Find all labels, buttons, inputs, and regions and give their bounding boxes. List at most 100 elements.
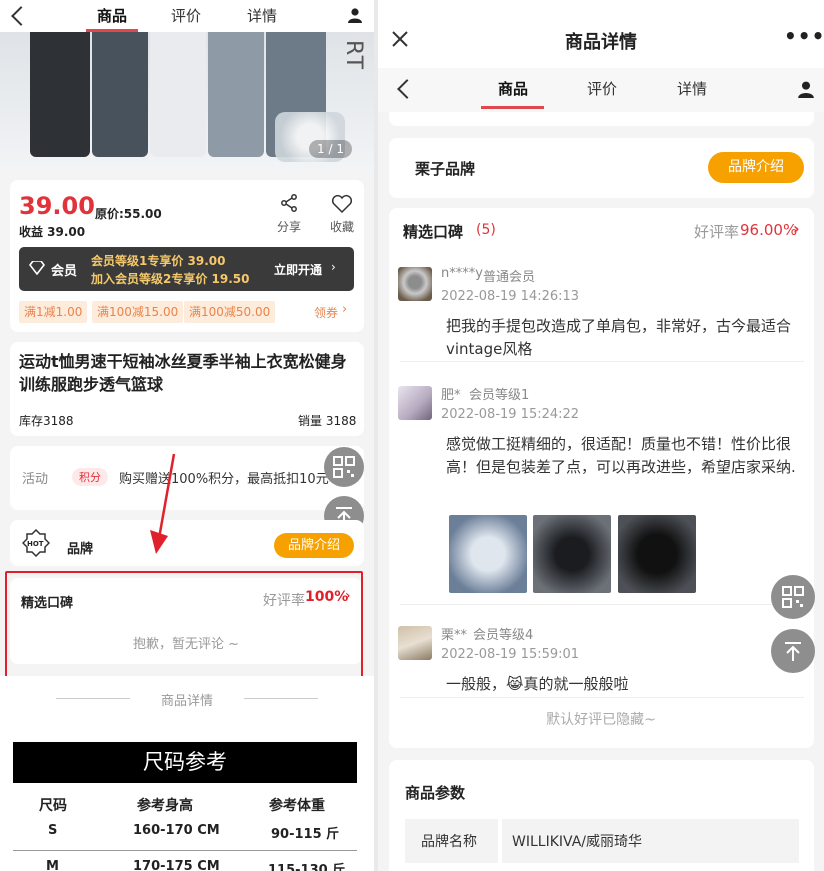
table-cell: 115-130 斤 [268,863,346,871]
tab-details[interactable]: 详情 [667,78,717,99]
review-text: 把我的手提包改造成了单肩包，非常好，古今最适合vintage风格 [446,317,792,358]
header-cell: 参考身高 [137,798,193,814]
qrcode-icon [333,456,355,478]
brand-intro-button[interactable]: 品牌介绍 [708,152,804,183]
header-cell: 尺码 [39,798,67,814]
header-cell: 参考体重 [269,798,325,814]
member-level: 会员等级4 [473,628,534,643]
table-row: M 170-175 CM 115-130 斤 [13,851,357,871]
tab-product[interactable]: 商品 [88,5,136,26]
activity-card[interactable]: 活动 积分 购买赠送100%积分，最高抵扣10元 [10,446,364,510]
params-card: 商品参数 品牌名称 WILLIKIVA/威丽琦华 [389,760,814,871]
coupon-tag[interactable]: 满100减15.00 [92,301,184,323]
table-row: S 160-170 CM 90-115 斤 [13,821,357,851]
review-photo[interactable] [618,515,696,593]
divider-line [400,604,804,605]
reviews-count: (5) [476,222,496,238]
page-title: 商品详情 [565,32,637,53]
active-tab-indicator [481,106,544,109]
vip-line1: 会员等级1专享价 39.00 [91,254,226,268]
earnings: 收益 39.00 [19,225,86,239]
points-tag: 积分 [72,468,108,486]
table-cell: 170-175 CM [133,859,220,871]
stock: 库存3188 [19,414,74,428]
brand-name: 栗子品牌 [415,160,476,178]
qrcode-icon [782,586,804,608]
banner-text: RT [341,40,366,72]
original-price: 原价:55.00 [95,207,162,221]
vip-line2: 加入会员等级2专享价 19.50 [91,272,250,286]
review-item: n****y 普通会员 2022-08-19 14:26:13 把我的手提包改造… [378,262,824,362]
avatar [398,626,432,660]
more-icon[interactable]: ••• [784,24,824,48]
right-screen: 商品详情 ••• 商品 评价 详情 栗子品牌 品牌介绍 精选口碑 (5) 好评率… [378,0,824,871]
review-item: 栗** 会员等级4 2022-08-19 15:59:01 一般般，😹真的就一般… [378,622,824,702]
reviews-title: 精选口碑 [403,223,464,241]
product-info-card: 运动t恤男速干短袖冰丝夏季半袖上衣宽松健身训练服跑步透气篮球 库存3188 销量… [10,342,364,436]
page-header: 商品详情 ••• [378,0,824,68]
price-value: 39.00 [19,192,95,220]
tab-product[interactable]: 商品 [488,78,538,99]
rating-value[interactable]: 96.00% [740,221,797,239]
params-title: 商品参数 [405,784,466,802]
review-date: 2022-08-19 15:24:22 [441,407,580,422]
hot-badge-text: HOT [27,540,44,548]
vip-join-button[interactable]: 立即开通 [274,261,322,278]
activity-label: 活动 [22,472,49,487]
favorite-label[interactable]: 收藏 [330,218,354,235]
product-image-banner[interactable]: RT 1 / 1 [0,32,374,172]
review-photo[interactable] [449,515,527,593]
product-title: 运动t恤男速干短袖冰丝夏季半袖上衣宽松健身训练服跑步透气篮球 [19,352,347,394]
back-icon[interactable] [11,6,31,26]
param-value: WILLIKIVA/威丽琦华 [512,834,642,850]
review-text: 一般般，😹真的就一般般啦 [446,675,629,693]
member-level: 普通会员 [483,270,536,285]
avatar [398,267,432,301]
reviewer-name: n****y [441,266,483,281]
chevron-right-icon[interactable]: › [793,219,800,238]
top-nav: 商品 评价 详情 [0,0,374,32]
coupon-tag[interactable]: 满1减1.00 [19,301,88,323]
shirt-image [30,32,90,157]
qrcode-button[interactable] [771,575,815,619]
share-icon[interactable] [280,194,298,212]
chevron-right-icon: › [331,260,336,274]
diamond-icon [29,261,45,275]
size-table-header: 尺码 参考身高 参考体重 [13,791,357,821]
tab-reviews[interactable]: 评价 [162,5,210,26]
get-coupon-link[interactable]: 领券 [314,304,338,321]
divider-line [244,698,318,699]
shirt-image [92,32,148,157]
arrow-up-icon [785,642,801,661]
table-cell: M [46,859,59,871]
vip-label: 会员 [51,264,78,279]
review-date: 2022-08-19 14:26:13 [441,289,580,304]
review-item: 肥* 会员等级1 2022-08-19 15:24:22 感觉做工挺精细的，很适… [378,380,824,600]
sales: 销量 3188 [298,414,357,428]
chevron-right-icon: › [342,302,348,317]
coupon-tag[interactable]: 满100减50.00 [184,301,276,323]
top-nav: 商品 评价 详情 [378,68,824,112]
brand-card[interactable]: 栗子品牌 品牌介绍 [389,138,814,198]
brand-intro-button[interactable]: 品牌介绍 [274,533,354,558]
back-icon[interactable] [397,79,417,99]
shirt-image [150,32,206,157]
rating-label[interactable]: 好评率 [694,221,739,242]
tab-details[interactable]: 详情 [238,5,286,26]
share-label[interactable]: 分享 [277,218,301,235]
brand-card[interactable]: HOT 品牌 品牌介绍 [10,520,364,566]
tab-reviews[interactable]: 评价 [577,78,627,99]
qrcode-button[interactable] [324,447,364,487]
param-key: 品牌名称 [421,834,477,850]
hidden-reviews-note[interactable]: 默认好评已隐藏~ [378,709,824,729]
review-photo[interactable] [533,515,611,593]
member-level: 会员等级1 [469,388,530,403]
heart-icon[interactable] [331,194,353,214]
brand-label: 品牌 [67,542,94,557]
left-screen: 商品 评价 详情 RT 1 / 1 39.00 原价:55.00 收益 39.0… [0,0,374,871]
user-icon[interactable] [347,7,363,23]
back-to-top-button[interactable] [771,629,815,673]
size-table-title: 尺码参考 [13,742,357,783]
user-icon[interactable] [797,80,815,98]
vip-banner[interactable]: 会员 会员等级1专享价 39.00 加入会员等级2专享价 19.50 立即开通 … [19,247,354,291]
